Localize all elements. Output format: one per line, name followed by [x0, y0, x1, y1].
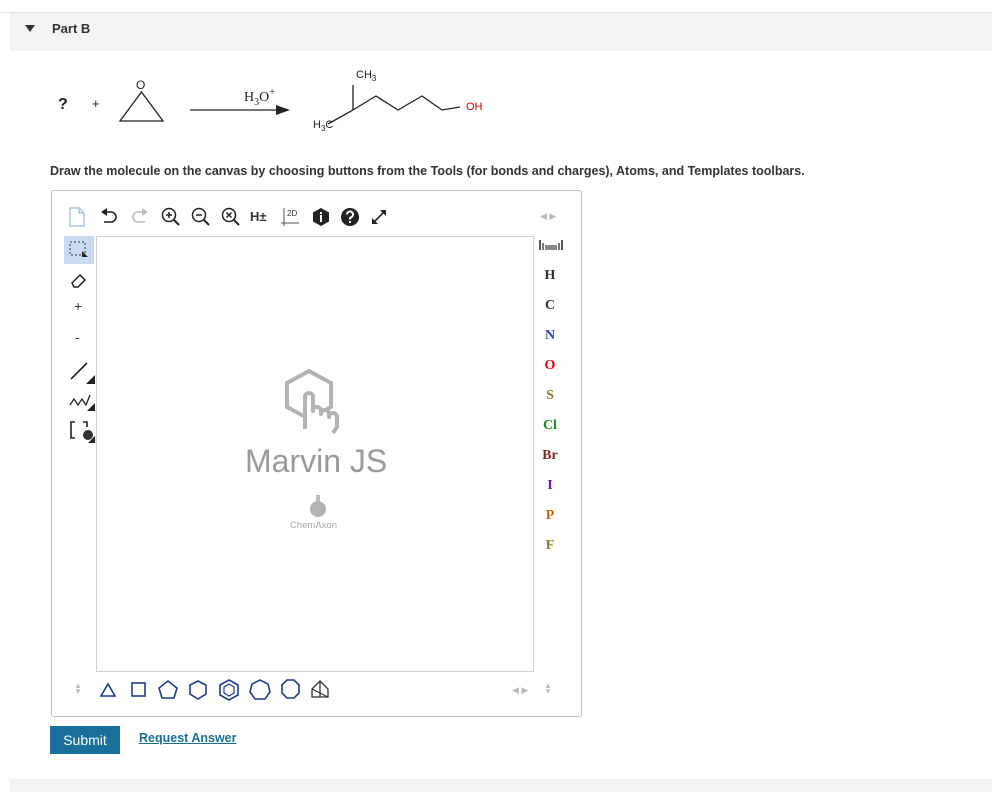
- zoom-out-icon[interactable]: [190, 206, 212, 228]
- epoxide-structure: O: [118, 78, 165, 122]
- chain-tool-icon[interactable]: [68, 389, 96, 413]
- plus-sign: +: [92, 96, 100, 111]
- atom-button-s[interactable]: S: [540, 388, 560, 404]
- atom-button-h[interactable]: H: [540, 268, 560, 284]
- templates-scroll-right-icon[interactable]: ▲ ▼: [544, 682, 552, 696]
- redo-icon[interactable]: [130, 208, 150, 226]
- add-explicit-hydrogens-button[interactable]: H±: [250, 209, 267, 224]
- benzene-template-icon[interactable]: [219, 679, 239, 701]
- templates-scroll-arrows-icon[interactable]: ◀ ▶: [512, 685, 528, 696]
- atom-button-n[interactable]: N: [540, 328, 560, 344]
- collapse-caret-icon[interactable]: [25, 25, 35, 32]
- cyclooctane-template-icon[interactable]: [281, 679, 300, 699]
- sgroup-tool-icon[interactable]: [68, 418, 96, 444]
- product-structure: CH3 H3C OH: [313, 69, 483, 133]
- zoom-reset-icon[interactable]: [220, 206, 242, 228]
- part-title[interactable]: Part B: [52, 21, 90, 36]
- watermark-subtitle: ChemAxon: [290, 520, 337, 531]
- new-document-icon[interactable]: [68, 206, 86, 228]
- submit-button[interactable]: Submit: [50, 726, 120, 754]
- clean-2d-icon[interactable]: 2D: [281, 206, 301, 228]
- cyclopentane-template-icon[interactable]: [158, 679, 178, 699]
- drawing-canvas[interactable]: Marvin JS ChemAxon: [96, 236, 534, 672]
- atom-button-f[interactable]: F: [540, 538, 560, 554]
- toolbar-scroll-arrows-icon[interactable]: ◀ ▶: [540, 211, 556, 222]
- product-ch3: CH3: [356, 69, 377, 83]
- product-h3c: H3C: [313, 119, 333, 133]
- templates-scroll-left-icon[interactable]: ▲ ▼: [74, 682, 82, 696]
- unknown-reactant: ?: [58, 96, 68, 113]
- atom-button-cl[interactable]: Cl: [540, 418, 560, 434]
- atom-button-o[interactable]: O: [540, 358, 560, 374]
- undo-icon[interactable]: [99, 208, 119, 226]
- part-header[interactable]: [10, 13, 992, 51]
- cyclopropane-template-icon[interactable]: [99, 682, 117, 697]
- atom-button-p[interactable]: P: [540, 508, 560, 524]
- fullscreen-icon[interactable]: [369, 207, 389, 227]
- reaction-arrow: [190, 105, 290, 115]
- cyclobutane-template-icon[interactable]: [131, 682, 146, 697]
- info-icon[interactable]: [311, 207, 331, 227]
- reagent-label: H3O+: [244, 87, 275, 108]
- cycloheptane-template-icon[interactable]: [249, 679, 271, 700]
- product-oh: OH: [466, 101, 483, 113]
- epoxide-oxygen: O: [136, 78, 145, 92]
- atom-button-i[interactable]: I: [540, 478, 560, 494]
- atom-button-br[interactable]: Br: [540, 448, 560, 464]
- cyclohexane-template-icon[interactable]: [189, 680, 207, 700]
- decrease-charge-button[interactable]: -: [75, 329, 80, 345]
- templates-toolbar: [99, 679, 329, 701]
- reaction-scheme: ? + O H3O+ CH3 H3C OH: [58, 69, 483, 133]
- eraser-icon[interactable]: [69, 270, 89, 290]
- instructions-text: Draw the molecule on the canvas by choos…: [50, 164, 805, 178]
- watermark-title: Marvin JS: [245, 443, 388, 479]
- atom-button-c[interactable]: C: [540, 298, 560, 314]
- bicyclic-template-icon[interactable]: [311, 680, 329, 698]
- marvin-logo-icon: [285, 368, 339, 435]
- increase-charge-button[interactable]: +: [74, 298, 82, 314]
- chemaxon-flask-icon: [310, 495, 326, 517]
- help-icon[interactable]: [340, 207, 360, 227]
- next-part-header: [10, 779, 992, 792]
- zoom-in-icon[interactable]: [160, 206, 182, 228]
- rectangle-select-icon[interactable]: [68, 240, 90, 260]
- periodic-table-icon[interactable]: [539, 239, 563, 251]
- request-answer-link[interactable]: Request Answer: [139, 731, 236, 745]
- clean-2d-label: 2D: [287, 209, 297, 218]
- single-bond-icon[interactable]: [68, 359, 96, 385]
- marvin-editor: H± 2D ◀ ▶ + - Marvin JS ChemAxon H C N O…: [51, 190, 582, 717]
